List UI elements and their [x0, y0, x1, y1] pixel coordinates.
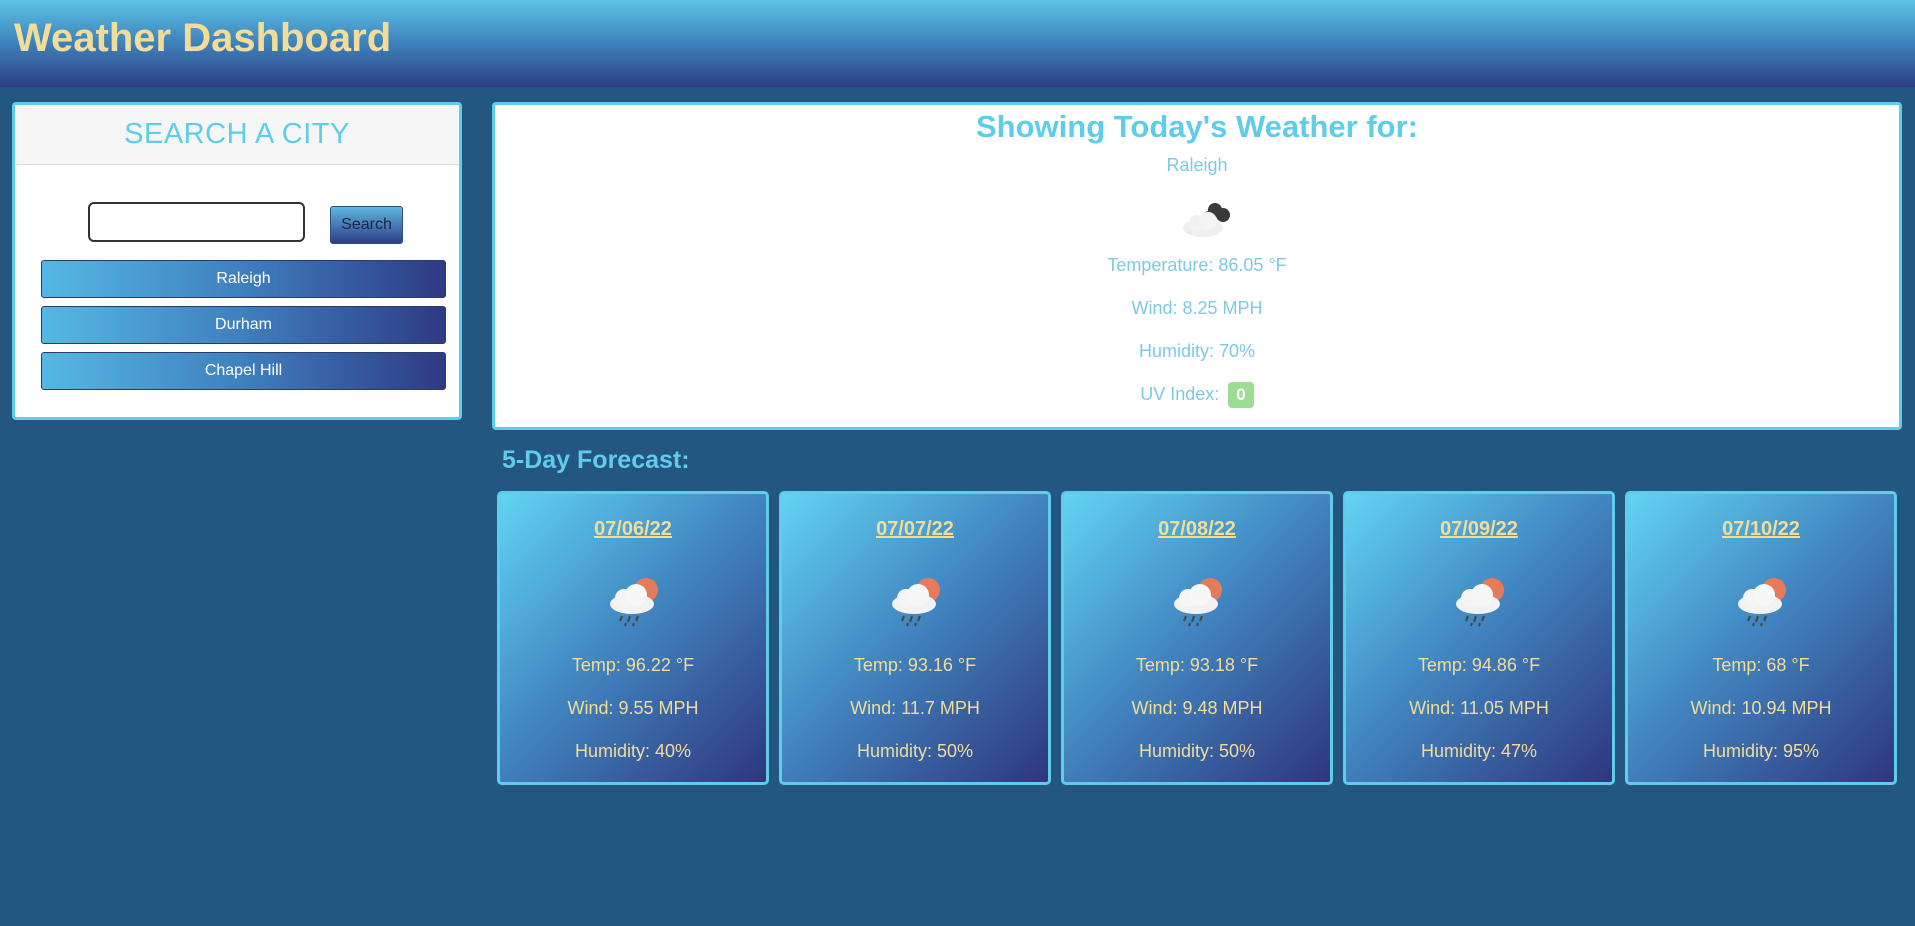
- forecast-card: 07/09/22 Temp: 94.86 °F Wind: 11.05 MPH …: [1343, 491, 1615, 785]
- current-city-name: Raleigh: [1166, 155, 1228, 175]
- app-header: Weather Dashboard: [0, 0, 1915, 87]
- forecast-temp: Temp: 68 °F: [1712, 655, 1810, 675]
- forecast-temp: Temp: 93.16 °F: [853, 655, 977, 675]
- current-weather-heading: Showing Today's Weather for:: [976, 109, 1418, 144]
- uv-index-label: UV Index:: [1140, 384, 1220, 404]
- forecast-date: 07/07/22: [876, 518, 954, 540]
- current-wind: Wind: 8.25 MPH: [1131, 298, 1263, 318]
- forecast-title: 5-Day Forecast:: [502, 446, 690, 474]
- rain-sun-icon: [1738, 578, 1786, 627]
- forecast-card: 07/08/22 Temp: 93.18 °F Wind: 9.48 MPH H…: [1061, 491, 1333, 785]
- search-panel: SEARCH A CITY Search Raleigh Durham Chap…: [12, 102, 462, 420]
- forecast-date: 07/10/22: [1722, 518, 1800, 540]
- forecast-wind: Wind: 11.05 MPH: [1409, 698, 1549, 718]
- search-heading: SEARCH A CITY: [124, 118, 350, 150]
- city-search-input[interactable]: [88, 202, 305, 242]
- history-city-button-raleigh[interactable]: Raleigh: [41, 260, 446, 298]
- forecast-temp: Temp: 93.18 °F: [1135, 655, 1259, 675]
- rain-sun-icon: [1456, 578, 1504, 627]
- page-title: Weather Dashboard: [14, 16, 392, 60]
- search-panel-header: SEARCH A CITY: [15, 105, 459, 165]
- forecast-wind: Wind: 9.48 MPH: [1131, 698, 1263, 718]
- forecast-date: 07/06/22: [594, 518, 672, 540]
- forecast-date: 07/09/22: [1440, 518, 1518, 540]
- forecast-humidity: Humidity: 40%: [574, 741, 692, 761]
- forecast-wind: Wind: 11.7 MPH: [850, 698, 980, 718]
- current-weather-panel: Showing Today's Weather for: Raleigh Tem…: [492, 102, 1902, 430]
- forecast-date: 07/08/22: [1158, 518, 1236, 540]
- current-humidity: Humidity: 70%: [1138, 341, 1256, 361]
- forecast-temp: Temp: 94.86 °F: [1417, 655, 1541, 675]
- forecast-humidity: Humidity: 50%: [1138, 741, 1256, 761]
- rain-sun-icon: [1174, 578, 1222, 627]
- history-city-button-chapel-hill[interactable]: Chapel Hill: [41, 352, 446, 390]
- history-city-button-durham[interactable]: Durham: [41, 306, 446, 344]
- forecast-humidity: Humidity: 95%: [1702, 741, 1820, 761]
- current-temperature: Temperature: 86.05 °F: [1107, 255, 1287, 275]
- partly-cloudy-night-icon: [1183, 203, 1230, 237]
- search-button[interactable]: Search: [330, 206, 403, 244]
- forecast-humidity: Humidity: 50%: [856, 741, 974, 761]
- forecast-temp: Temp: 96.22 °F: [571, 655, 695, 675]
- forecast-humidity: Humidity: 47%: [1420, 741, 1538, 761]
- forecast-card: 07/07/22 Temp: 93.16 °F Wind: 11.7 MPH H…: [779, 491, 1051, 785]
- forecast-wind: Wind: 10.94 MPH: [1690, 698, 1832, 718]
- forecast-wind: Wind: 9.55 MPH: [567, 698, 699, 718]
- current-uv-row: UV Index: 0: [495, 382, 1899, 408]
- rain-sun-icon: [892, 578, 940, 627]
- forecast-card: 07/10/22 Temp: 68 °F Wind: 10.94 MPH Hum…: [1625, 491, 1897, 785]
- forecast-card: 07/06/22 Temp: 96.22 °F Wind: 9.55 MPH H…: [497, 491, 769, 785]
- rain-sun-icon: [610, 578, 658, 627]
- uv-index-badge: 0: [1228, 382, 1254, 408]
